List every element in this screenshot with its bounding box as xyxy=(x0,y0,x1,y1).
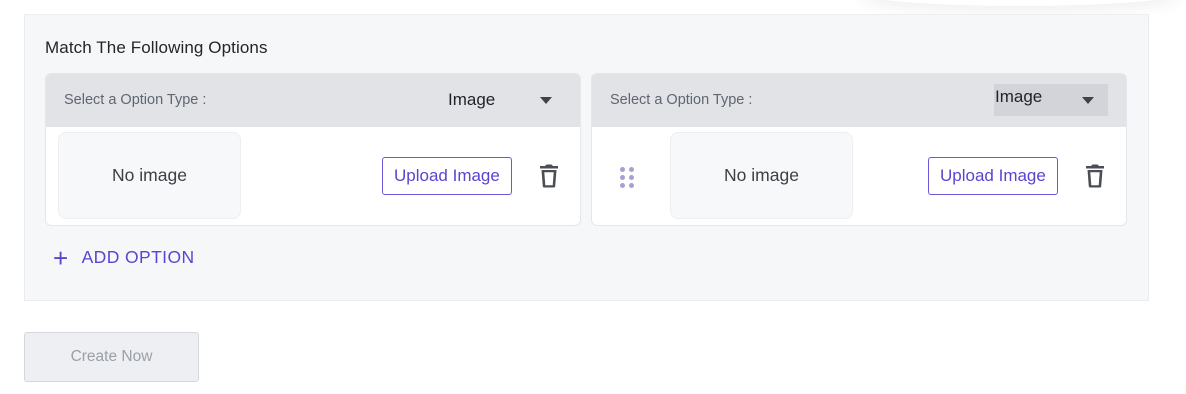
option-type-select[interactable]: Image xyxy=(448,84,566,116)
option-card-header: Select a Option Type : Image xyxy=(46,74,580,127)
option-type-label: Select a Option Type : xyxy=(64,92,207,108)
option-card-header: Select a Option Type : Image xyxy=(592,74,1126,127)
trash-icon[interactable] xyxy=(539,164,559,188)
plus-icon: + xyxy=(53,242,69,273)
add-option-label: ADD OPTION xyxy=(81,247,195,267)
create-now-button[interactable]: Create Now xyxy=(24,332,199,382)
image-placeholder-text: No image xyxy=(112,165,187,185)
option-card-body: No image Upload Image xyxy=(46,127,580,225)
option-card-2: Select a Option Type : Image No image Up… xyxy=(591,73,1127,226)
option-card-body: No image Upload Image xyxy=(592,127,1126,225)
caret-down-icon xyxy=(540,96,552,104)
option-card-1: Select a Option Type : Image No image Up… xyxy=(45,73,581,226)
option-type-select[interactable]: Image xyxy=(994,84,1108,116)
caret-down-icon xyxy=(1082,96,1094,104)
upload-image-button[interactable]: Upload Image xyxy=(928,157,1058,195)
option-type-value: Image xyxy=(995,87,1043,106)
option-type-value: Image xyxy=(448,90,496,109)
trash-icon[interactable] xyxy=(1085,164,1105,188)
section-title: Match The Following Options xyxy=(45,38,268,57)
drag-handle-icon[interactable] xyxy=(620,167,634,189)
match-options-panel: Match The Following Options Select a Opt… xyxy=(24,14,1149,301)
add-option-button[interactable]: + ADD OPTION xyxy=(53,242,195,273)
upload-image-button[interactable]: Upload Image xyxy=(382,157,512,195)
option-type-label: Select a Option Type : xyxy=(610,92,753,108)
image-preview: No image xyxy=(670,132,853,219)
image-placeholder-text: No image xyxy=(724,165,799,185)
dropdown-shadow xyxy=(860,0,1180,6)
image-preview: No image xyxy=(58,132,241,219)
